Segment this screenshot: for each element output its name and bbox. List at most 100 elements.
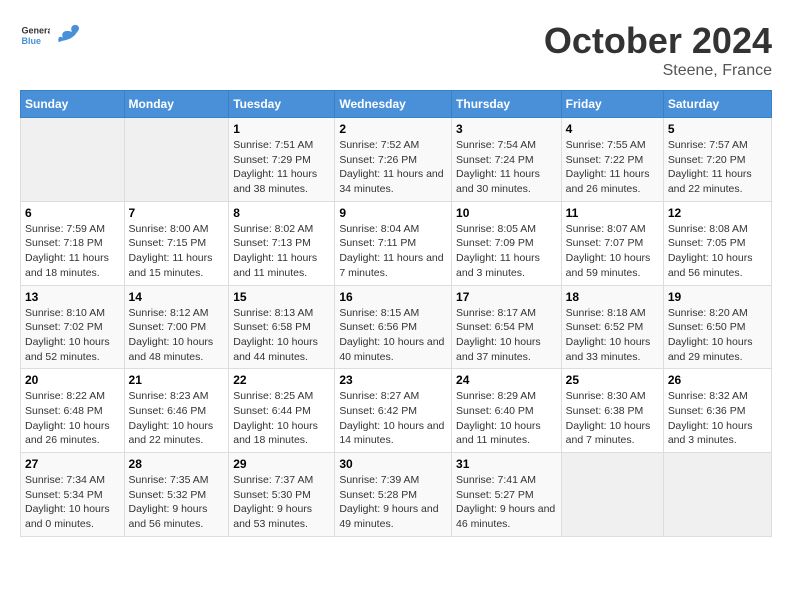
day-info: Sunrise: 8:00 AMSunset: 7:15 PMDaylight:… [129,222,225,281]
day-info: Sunrise: 8:02 AMSunset: 7:13 PMDaylight:… [233,222,330,281]
day-number: 15 [233,290,330,304]
month-title: October 2024 [544,20,772,62]
logo-icon: General Blue [20,20,50,50]
calendar-cell: 6Sunrise: 7:59 AMSunset: 7:18 PMDaylight… [21,201,125,285]
day-number: 27 [25,457,120,471]
calendar-cell: 16 Sunrise: 8:15 AMSunset: 6:56 PMDayligh… [335,285,452,369]
calendar-cell [124,118,229,202]
day-info: Sunrise: 8:30 AMSunset: 6:38 PMDaylight:… [566,389,659,448]
calendar-cell: 9 Sunrise: 8:04 AMSunset: 7:11 PMDaylight… [335,201,452,285]
day-number: 17 [456,290,557,304]
day-number: 28 [129,457,225,471]
day-info: Sunrise: 7:57 AMSunset: 7:20 PMDaylight:… [668,138,767,197]
calendar-cell: 26 Sunrise: 8:32 AMSunset: 6:36 PMDayligh… [663,369,771,453]
logo: General Blue [20,20,84,50]
calendar-week-row: 6Sunrise: 7:59 AMSunset: 7:18 PMDaylight… [21,201,772,285]
calendar-week-row: 1 Sunrise: 7:51 AMSunset: 7:29 PMDaylight… [21,118,772,202]
day-info: Sunrise: 8:15 AMSunset: 6:56 PMDaylight:… [339,306,447,365]
day-number: 16 [339,290,447,304]
day-info: Sunrise: 7:37 AMSunset: 5:30 PMDaylight:… [233,473,330,532]
day-number: 7 [129,206,225,220]
day-number: 9 [339,206,447,220]
calendar-cell: 23Sunrise: 8:27 AMSunset: 6:42 PMDayligh… [335,369,452,453]
day-header-monday: Monday [124,91,229,118]
day-number: 11 [566,206,659,220]
day-number: 8 [233,206,330,220]
day-number: 14 [129,290,225,304]
day-number: 22 [233,373,330,387]
days-header-row: SundayMondayTuesdayWednesdayThursdayFrid… [21,91,772,118]
page-header: General Blue October 2024 Steene, France [20,20,772,80]
day-info: Sunrise: 7:54 AMSunset: 7:24 PMDaylight:… [456,138,557,197]
day-info: Sunrise: 7:51 AMSunset: 7:29 PMDaylight:… [233,138,330,197]
day-info: Sunrise: 8:17 AMSunset: 6:54 PMDaylight:… [456,306,557,365]
calendar-cell: 8 Sunrise: 8:02 AMSunset: 7:13 PMDaylight… [229,201,335,285]
calendar-cell: 25 Sunrise: 8:30 AMSunset: 6:38 PMDayligh… [561,369,663,453]
calendar-cell: 12 Sunrise: 8:08 AMSunset: 7:05 PMDayligh… [663,201,771,285]
calendar-cell: 5 Sunrise: 7:57 AMSunset: 7:20 PMDaylight… [663,118,771,202]
calendar-cell: 21Sunrise: 8:23 AMSunset: 6:46 PMDayligh… [124,369,229,453]
calendar-cell [21,118,125,202]
day-number: 26 [668,373,767,387]
day-number: 30 [339,457,447,471]
day-info: Sunrise: 8:10 AMSunset: 7:02 PMDaylight:… [25,306,120,365]
day-number: 23 [339,373,447,387]
day-number: 12 [668,206,767,220]
day-info: Sunrise: 7:34 AMSunset: 5:34 PMDaylight:… [25,473,120,532]
day-info: Sunrise: 8:20 AMSunset: 6:50 PMDaylight:… [668,306,767,365]
calendar-cell: 3Sunrise: 7:54 AMSunset: 7:24 PMDaylight… [452,118,562,202]
day-number: 6 [25,206,120,220]
day-info: Sunrise: 8:08 AMSunset: 7:05 PMDaylight:… [668,222,767,281]
calendar-cell [561,453,663,537]
day-number: 2 [339,122,447,136]
calendar-week-row: 13 Sunrise: 8:10 AMSunset: 7:02 PMDayligh… [21,285,772,369]
day-info: Sunrise: 7:55 AMSunset: 7:22 PMDaylight:… [566,138,659,197]
location: Steene, France [544,62,772,80]
calendar-body: 1 Sunrise: 7:51 AMSunset: 7:29 PMDaylight… [21,118,772,537]
day-number: 5 [668,122,767,136]
calendar-cell: 28Sunrise: 7:35 AMSunset: 5:32 PMDayligh… [124,453,229,537]
calendar-cell: 31 Sunrise: 7:41 AMSunset: 5:27 PMDayligh… [452,453,562,537]
calendar-cell: 2Sunrise: 7:52 AMSunset: 7:26 PMDaylight… [335,118,452,202]
day-header-friday: Friday [561,91,663,118]
day-info: Sunrise: 8:13 AMSunset: 6:58 PMDaylight:… [233,306,330,365]
day-header-sunday: Sunday [21,91,125,118]
calendar-table: SundayMondayTuesdayWednesdayThursdayFrid… [20,90,772,537]
day-info: Sunrise: 8:12 AMSunset: 7:00 PMDaylight:… [129,306,225,365]
title-area: October 2024 Steene, France [544,20,772,80]
calendar-cell: 29Sunrise: 7:37 AMSunset: 5:30 PMDayligh… [229,453,335,537]
day-header-saturday: Saturday [663,91,771,118]
calendar-cell: 1 Sunrise: 7:51 AMSunset: 7:29 PMDaylight… [229,118,335,202]
calendar-cell: 13 Sunrise: 8:10 AMSunset: 7:02 PMDayligh… [21,285,125,369]
day-number: 13 [25,290,120,304]
day-number: 1 [233,122,330,136]
day-number: 25 [566,373,659,387]
bird-icon [54,21,84,49]
svg-text:General: General [22,26,51,36]
day-info: Sunrise: 8:07 AMSunset: 7:07 PMDaylight:… [566,222,659,281]
day-info: Sunrise: 8:04 AMSunset: 7:11 PMDaylight:… [339,222,447,281]
day-header-tuesday: Tuesday [229,91,335,118]
calendar-cell: 15 Sunrise: 8:13 AMSunset: 6:58 PMDayligh… [229,285,335,369]
day-info: Sunrise: 8:32 AMSunset: 6:36 PMDaylight:… [668,389,767,448]
day-info: Sunrise: 7:41 AMSunset: 5:27 PMDaylight:… [456,473,557,532]
day-info: Sunrise: 8:22 AMSunset: 6:48 PMDaylight:… [25,389,120,448]
calendar-cell [663,453,771,537]
calendar-cell: 19 Sunrise: 8:20 AMSunset: 6:50 PMDayligh… [663,285,771,369]
day-number: 10 [456,206,557,220]
calendar-week-row: 27 Sunrise: 7:34 AMSunset: 5:34 PMDayligh… [21,453,772,537]
day-number: 24 [456,373,557,387]
calendar-cell: 30Sunrise: 7:39 AMSunset: 5:28 PMDayligh… [335,453,452,537]
calendar-cell: 17 Sunrise: 8:17 AMSunset: 6:54 PMDayligh… [452,285,562,369]
day-info: Sunrise: 8:18 AMSunset: 6:52 PMDaylight:… [566,306,659,365]
calendar-cell: 24 Sunrise: 8:29 AMSunset: 6:40 PMDayligh… [452,369,562,453]
calendar-cell: 10Sunrise: 8:05 AMSunset: 7:09 PMDayligh… [452,201,562,285]
calendar-cell: 4Sunrise: 7:55 AMSunset: 7:22 PMDaylight… [561,118,663,202]
day-info: Sunrise: 8:29 AMSunset: 6:40 PMDaylight:… [456,389,557,448]
day-number: 31 [456,457,557,471]
calendar-cell: 27 Sunrise: 7:34 AMSunset: 5:34 PMDayligh… [21,453,125,537]
day-number: 19 [668,290,767,304]
day-number: 18 [566,290,659,304]
calendar-cell: 7 Sunrise: 8:00 AMSunset: 7:15 PMDaylight… [124,201,229,285]
day-info: Sunrise: 8:23 AMSunset: 6:46 PMDaylight:… [129,389,225,448]
